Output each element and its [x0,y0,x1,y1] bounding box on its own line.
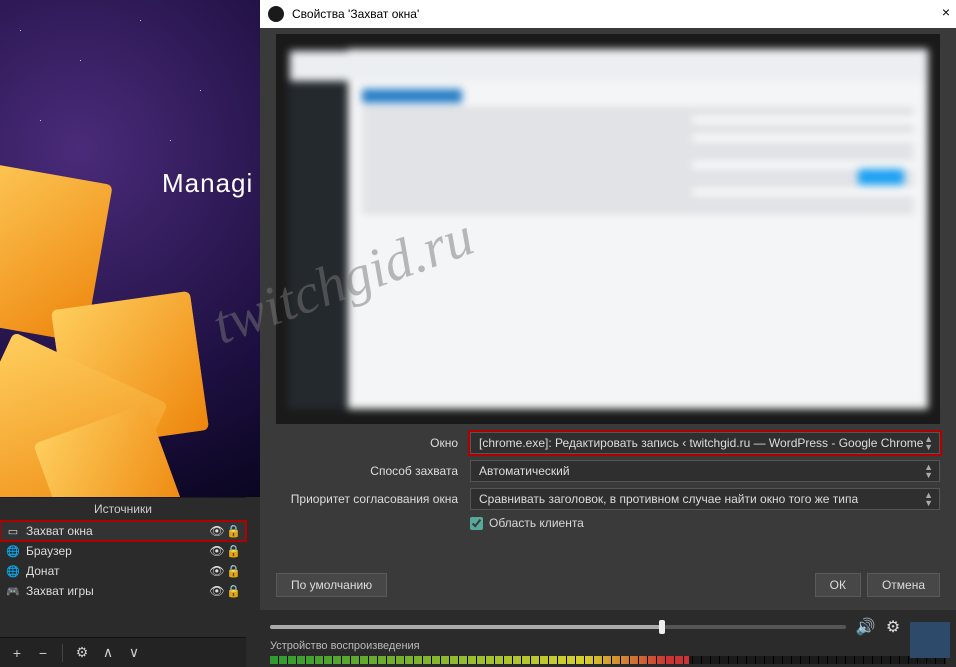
lock-icon[interactable]: 🔒 [226,524,240,538]
capture-method-label: Способ захвата [276,464,462,478]
visibility-toggle[interactable]: 👁 [208,524,226,538]
timeline-clip[interactable] [910,622,950,658]
lock-icon[interactable]: 🔒 [226,564,240,578]
client-area-row: Область клиента [470,516,940,530]
close-icon[interactable]: × [942,4,950,20]
client-area-checkbox[interactable] [470,517,483,530]
toolbar-divider [62,644,63,662]
move-up-button[interactable]: ∧ [97,642,119,664]
volume-thumb[interactable] [659,620,665,634]
source-properties-button[interactable]: ⚙ [71,642,93,664]
source-label: Донат [26,564,208,578]
window-match-priority-label: Приоритет согласования окна [276,492,462,506]
remove-source-button[interactable]: − [32,642,54,664]
window-dropdown[interactable]: [chrome.exe]: Редактировать запись ‹ twi… [470,432,940,454]
dropdown-arrows-icon: ▲▼ [924,463,933,479]
properties-dialog: Свойства 'Захват окна' × Окно [chrome.ex… [260,0,956,610]
globe-icon: 🌐 [6,545,20,558]
sources-panel: Источники ▭ Захват окна 👁 🔒 🌐 Браузер 👁 … [0,497,246,667]
window-match-priority-value: Сравнивать заголовок, в противном случае… [479,492,858,506]
capture-method-dropdown[interactable]: Автоматический ▲▼ [470,460,940,482]
lock-icon[interactable]: 🔒 [226,544,240,558]
audio-meter [270,656,946,664]
preview-canvas: Managi [0,0,260,497]
source-item-browser[interactable]: 🌐 Браузер 👁 🔒 [0,541,246,561]
dropdown-arrows-icon: ▲▼ [924,491,933,507]
client-area-label: Область клиента [489,516,584,530]
visibility-toggle[interactable]: 👁 [208,544,226,558]
mixer-settings-icon[interactable]: ⚙ [886,617,900,637]
capture-preview [276,34,940,424]
device-label: Устройство воспроизведения [270,640,420,652]
ok-button[interactable]: ОК [815,573,861,597]
source-label: Браузер [26,544,208,558]
capture-method-value: Автоматический [479,464,570,478]
source-item-window-capture[interactable]: ▭ Захват окна 👁 🔒 [0,521,246,541]
lock-icon[interactable]: 🔒 [226,584,240,598]
move-down-button[interactable]: ∨ [123,642,145,664]
sources-header: Источники [0,498,246,521]
source-label: Захват окна [26,524,208,538]
source-label: Захват игры [26,584,208,598]
source-item-game-capture[interactable]: 🎮 Захват игры 👁 🔒 [0,581,246,601]
window-icon: ▭ [6,525,20,538]
window-value: [chrome.exe]: Редактировать запись ‹ twi… [479,436,923,450]
globe-icon: 🌐 [6,565,20,578]
defaults-button[interactable]: По умолчанию [276,573,387,597]
speaker-icon[interactable]: 🔊 [856,617,876,637]
gamepad-icon: 🎮 [6,585,20,598]
dialog-title: Свойства 'Захват окна' [292,7,419,21]
preview-overlay-text: Managi [162,168,253,199]
obs-icon [268,6,284,22]
audio-mixer: 🔊 ⚙ 0.0 dB Устройство воспроизведения [260,610,956,667]
window-match-priority-dropdown[interactable]: Сравнивать заголовок, в противном случае… [470,488,940,510]
volume-slider[interactable] [270,625,846,629]
properties-form: Окно [chrome.exe]: Редактировать запись … [276,432,940,530]
add-source-button[interactable]: + [6,642,28,664]
cancel-button[interactable]: Отмена [867,573,940,597]
dialog-buttons: По умолчанию ОК Отмена [276,572,940,598]
source-item-donate[interactable]: 🌐 Донат 👁 🔒 [0,561,246,581]
visibility-toggle[interactable]: 👁 [208,584,226,598]
visibility-toggle[interactable]: 👁 [208,564,226,578]
dialog-titlebar[interactable]: Свойства 'Захват окна' × [260,0,956,28]
sources-toolbar: + − ⚙ ∧ ∨ [0,637,246,667]
dropdown-arrows-icon: ▲▼ [924,435,933,451]
window-label: Окно [276,436,462,450]
